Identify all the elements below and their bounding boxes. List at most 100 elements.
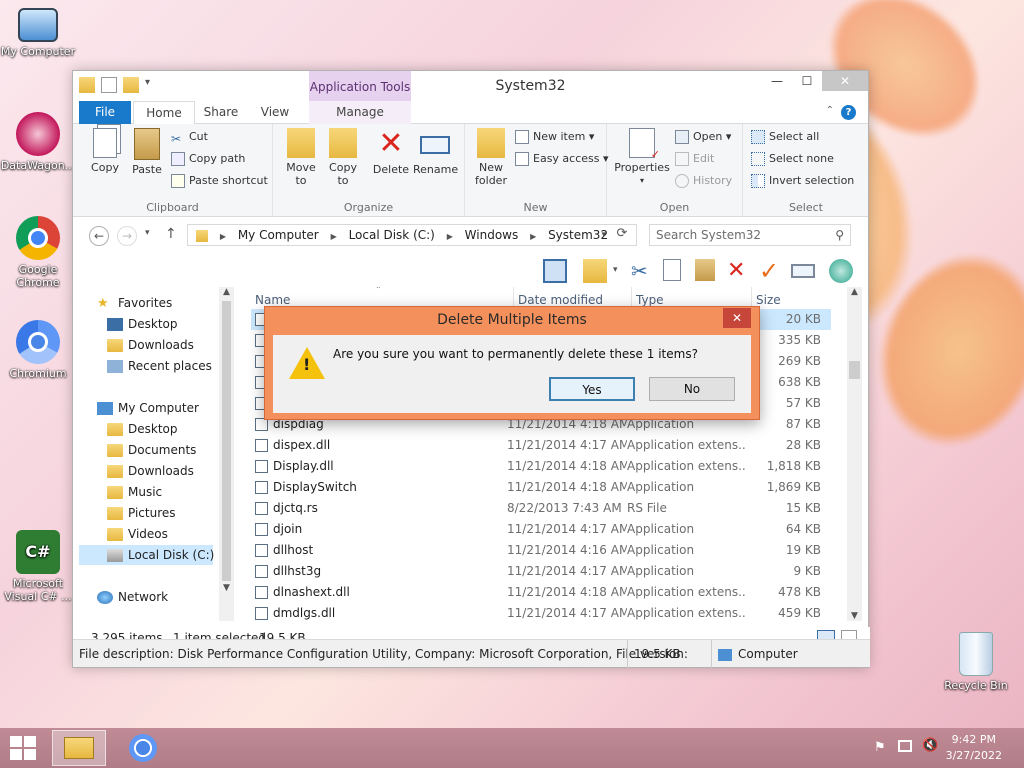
select-all-button[interactable]: Select all [751, 128, 819, 146]
nav-music[interactable]: Music [107, 482, 162, 502]
tab-share[interactable]: Share [195, 101, 247, 124]
title-bar[interactable]: ▾ Application Tools System32 — ☐ ✕ [73, 71, 868, 101]
shell-icon[interactable] [829, 259, 853, 283]
nav-pc-downloads[interactable]: Downloads [107, 461, 194, 481]
delete-x-icon[interactable]: ✕ [727, 259, 751, 283]
network-tray-icon[interactable] [898, 740, 912, 752]
nav-videos[interactable]: Videos [107, 524, 168, 544]
table-row[interactable]: djctq.rs 8/22/2013 7:43 AM RS File 15 KB [251, 498, 831, 519]
breadcrumb-windows[interactable]: Windows [465, 225, 519, 245]
recent-locations-chevron-icon[interactable]: ▾ [145, 228, 150, 238]
desktop-icon-my-computer[interactable]: My Computer [0, 8, 76, 58]
file-list-scrollbar[interactable]: ▲ ▼ [847, 287, 862, 621]
table-row[interactable]: DisplaySwitch 11/21/2014 4:18 AM Applicati… [251, 477, 831, 498]
table-row[interactable]: dllhst3g 11/21/2014 4:17 AM Application 9 K… [251, 561, 831, 582]
dialog-close-button[interactable]: ✕ [723, 308, 751, 328]
chevron-down-icon[interactable]: ▾ [613, 265, 618, 275]
table-row[interactable]: dllhost 11/21/2014 4:16 AM Application 19 K… [251, 540, 831, 561]
table-row[interactable]: Display.dll 11/21/2014 4:18 AM Application… [251, 456, 831, 477]
help-icon[interactable]: ? [841, 105, 856, 120]
folder-options-icon[interactable] [583, 259, 607, 283]
breadcrumb-separator-icon[interactable]: ▶ [530, 227, 536, 247]
forward-button[interactable]: → [117, 226, 137, 246]
nav-local-disk[interactable]: Local Disk (C:) [79, 545, 214, 565]
select-none-button[interactable]: Select none [751, 150, 834, 168]
tab-file[interactable]: File [79, 101, 131, 124]
address-dropdown-icon[interactable]: ▾ [601, 225, 606, 245]
rename-button[interactable]: Rename [413, 128, 458, 176]
scissors-icon[interactable]: ✂ [631, 259, 655, 283]
scroll-down-icon[interactable]: ▼ [847, 611, 862, 621]
checkmark-icon[interactable]: ✓ [759, 259, 783, 283]
scrollbar-thumb[interactable] [222, 301, 231, 581]
scroll-up-icon[interactable]: ▲ [219, 287, 234, 299]
nav-recent-places[interactable]: Recent places [107, 356, 212, 376]
taskbar-chromium[interactable] [116, 730, 170, 766]
search-input[interactable]: Search System32 ⚲ [649, 224, 851, 246]
scroll-up-icon[interactable]: ▲ [847, 287, 862, 299]
nav-downloads[interactable]: Downloads [107, 335, 194, 355]
copy-to-button[interactable]: Copy to [323, 128, 363, 187]
nav-favorites[interactable]: ★ Favorites [97, 293, 172, 313]
action-center-flag-icon[interactable]: ⚑ [874, 740, 886, 755]
open-button[interactable]: Open ▾ [675, 128, 731, 146]
breadcrumb-local-disk[interactable]: Local Disk (C:) [349, 225, 435, 245]
rename-icon[interactable] [791, 264, 815, 278]
desktop-icon-chromium[interactable]: Chromium [0, 320, 76, 380]
maximize-button[interactable]: ☐ [792, 71, 822, 91]
no-button[interactable]: No [649, 377, 735, 401]
invert-selection-button[interactable]: Invert selection [751, 172, 854, 190]
start-button[interactable] [10, 736, 38, 760]
nav-desktop[interactable]: Desktop [107, 314, 178, 334]
paste-shortcut-button[interactable]: Paste shortcut [171, 172, 268, 190]
tab-home[interactable]: Home [133, 101, 195, 125]
address-bar[interactable]: ▶ My Computer ▶ Local Disk (C:) ▶ Window… [187, 224, 637, 246]
preview-pane-icon[interactable] [543, 259, 567, 283]
yes-button[interactable]: Yes [549, 377, 635, 401]
new-folder-button[interactable]: New folder [471, 128, 511, 187]
cut-button[interactable]: ✂ Cut [171, 128, 208, 146]
desktop-icon-recycle-bin[interactable]: Recycle Bin [938, 632, 1014, 692]
tab-manage[interactable]: Manage [309, 101, 411, 124]
refresh-button[interactable]: ⟳ [613, 226, 631, 244]
breadcrumb-system32[interactable]: System32 [548, 225, 608, 245]
breadcrumb-separator-icon[interactable]: ▶ [447, 227, 453, 247]
easy-access-button[interactable]: Easy access ▾ [515, 150, 609, 168]
desktop-icon-datawagon[interactable]: DataWagon... [0, 112, 76, 172]
minimize-button[interactable]: — [762, 71, 792, 91]
up-button[interactable]: ↑ [165, 226, 177, 242]
history-button[interactable]: History [675, 172, 732, 190]
close-button[interactable]: ✕ [822, 71, 868, 91]
clock[interactable]: 9:42 PM 3/27/2022 [946, 732, 1002, 764]
nav-network[interactable]: Network [97, 587, 168, 607]
breadcrumb-separator-icon[interactable]: ▶ [220, 227, 226, 247]
nav-my-computer[interactable]: My Computer [97, 398, 199, 418]
table-row[interactable]: dlnashext.dll 11/21/2014 4:18 AM Applicati… [251, 582, 831, 603]
paste-button[interactable]: Paste [127, 128, 167, 176]
nav-scrollbar[interactable]: ▲ ▼ [219, 287, 234, 621]
desktop-icon-google-chrome[interactable]: Google Chrome [0, 216, 76, 289]
desktop-icon-visual-csharp[interactable]: C# Microsoft Visual C# ... [0, 530, 76, 603]
copy-path-button[interactable]: Copy path [171, 150, 245, 168]
breadcrumb-my-computer[interactable]: My Computer [238, 225, 319, 245]
taskbar-file-explorer[interactable] [52, 730, 106, 766]
volume-muted-icon[interactable]: 🔇 [922, 738, 938, 753]
move-to-button[interactable]: Move to [281, 128, 321, 187]
tab-view[interactable]: View [249, 101, 301, 124]
table-row[interactable]: djoin 11/21/2014 4:17 AM Application 64 KB [251, 519, 831, 540]
new-item-button[interactable]: New item ▾ [515, 128, 594, 146]
delete-button[interactable]: ✕ Delete [371, 128, 411, 177]
nav-documents[interactable]: Documents [107, 440, 196, 460]
column-header-size[interactable]: Size [751, 287, 829, 309]
breadcrumb-separator-icon[interactable]: ▶ [331, 227, 337, 247]
copy-button[interactable]: Copy [85, 128, 125, 174]
copy-icon[interactable] [663, 259, 681, 281]
nav-pictures[interactable]: Pictures [107, 503, 176, 523]
paste-icon[interactable] [695, 259, 715, 281]
minimize-ribbon-icon[interactable]: ⌃ [826, 105, 834, 116]
scrollbar-thumb[interactable] [849, 361, 860, 379]
back-button[interactable]: ← [89, 226, 109, 246]
table-row[interactable]: dmdlgs.dll 11/21/2014 4:17 AM Application … [251, 603, 831, 624]
nav-pc-desktop[interactable]: Desktop [107, 419, 178, 439]
scroll-down-icon[interactable]: ▼ [219, 583, 234, 593]
